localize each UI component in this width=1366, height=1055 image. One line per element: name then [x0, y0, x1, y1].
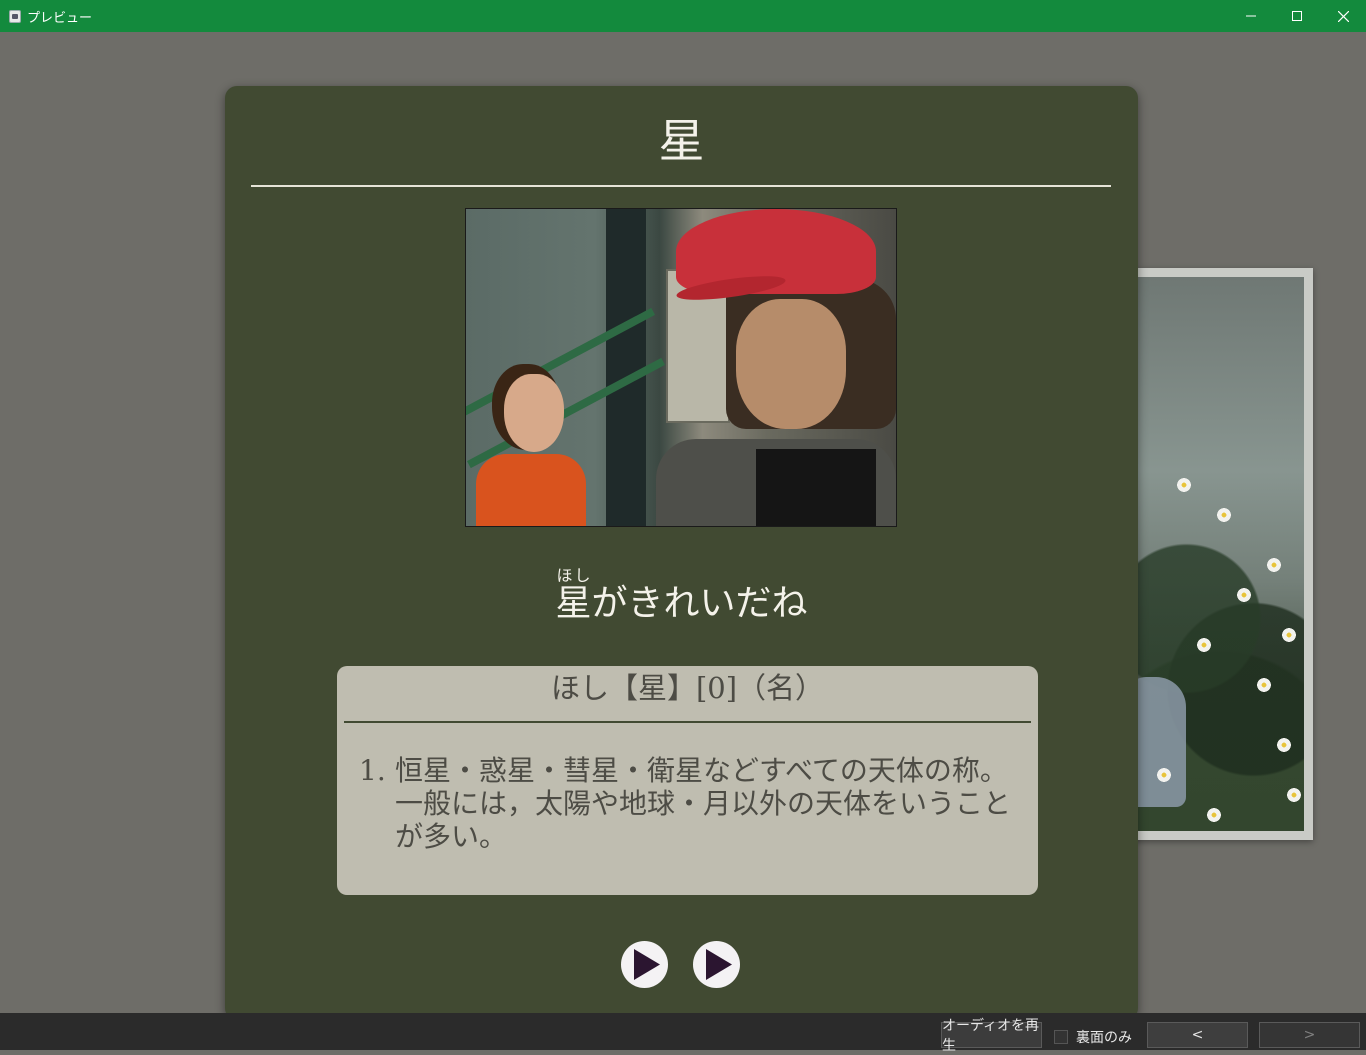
window-title: プレビュー	[27, 10, 93, 26]
back-only-toggle[interactable]: 裏面のみ	[1054, 1027, 1132, 1047]
previous-button[interactable]: <	[1147, 1022, 1248, 1048]
minimize-icon	[1246, 15, 1256, 17]
card-title: 星	[658, 114, 705, 168]
play-icon	[634, 949, 660, 980]
play-icon	[706, 949, 732, 980]
flower-photo	[1136, 277, 1304, 831]
title-bar: プレビュー	[0, 0, 1366, 32]
audio-controls	[621, 941, 740, 988]
back-only-checkbox[interactable]	[1054, 1030, 1068, 1044]
sentence-rest: がきれいだね	[591, 583, 808, 624]
flashcard: 星 星ほしがきれいだね ほし【星】[0]（名） 1. 恒星・惑星・彗星・衛星など…	[225, 86, 1138, 1020]
background-card	[1128, 268, 1313, 840]
definition-number: 1.	[359, 754, 386, 787]
maximize-button[interactable]	[1274, 0, 1320, 32]
sentence-kanji: 星	[555, 583, 592, 624]
definition-text: 恒星・惑星・彗星・衛星などすべての天体の称。一般には，太陽や地球・月以外の天体を…	[395, 754, 1012, 853]
furigana: ほし	[555, 566, 592, 585]
window-controls	[1228, 0, 1366, 32]
app-icon	[9, 9, 21, 23]
title-divider	[251, 185, 1111, 187]
preview-area: 星 星ほしがきれいだね ほし【星】[0]（名） 1. 恒星・惑星・彗星・衛星など…	[0, 32, 1366, 1020]
minimize-button[interactable]	[1228, 0, 1274, 32]
close-icon	[1337, 10, 1349, 22]
play-audio-button-1[interactable]	[621, 941, 668, 988]
play-audio-button-2[interactable]	[693, 941, 740, 988]
play-audio-button[interactable]: オーディオを再生	[941, 1018, 1042, 1054]
back-only-label: 裏面のみ	[1076, 1030, 1132, 1046]
definition-header: ほし【星】[0]（名）	[550, 671, 825, 705]
scene-image	[465, 208, 897, 527]
definition-box: ほし【星】[0]（名） 1. 恒星・惑星・彗星・衛星などすべての天体の称。一般に…	[337, 666, 1038, 895]
definition-entry: 1. 恒星・惑星・彗星・衛星などすべての天体の称。一般には，太陽や地球・月以外の…	[359, 754, 1031, 853]
maximize-icon	[1292, 11, 1302, 21]
example-sentence: 星ほしがきれいだね	[225, 566, 1138, 626]
close-button[interactable]	[1320, 0, 1366, 32]
definition-divider	[344, 721, 1031, 723]
next-button[interactable]: >	[1259, 1022, 1360, 1048]
bottom-bar: オーディオを再生 裏面のみ < >	[0, 1013, 1366, 1054]
